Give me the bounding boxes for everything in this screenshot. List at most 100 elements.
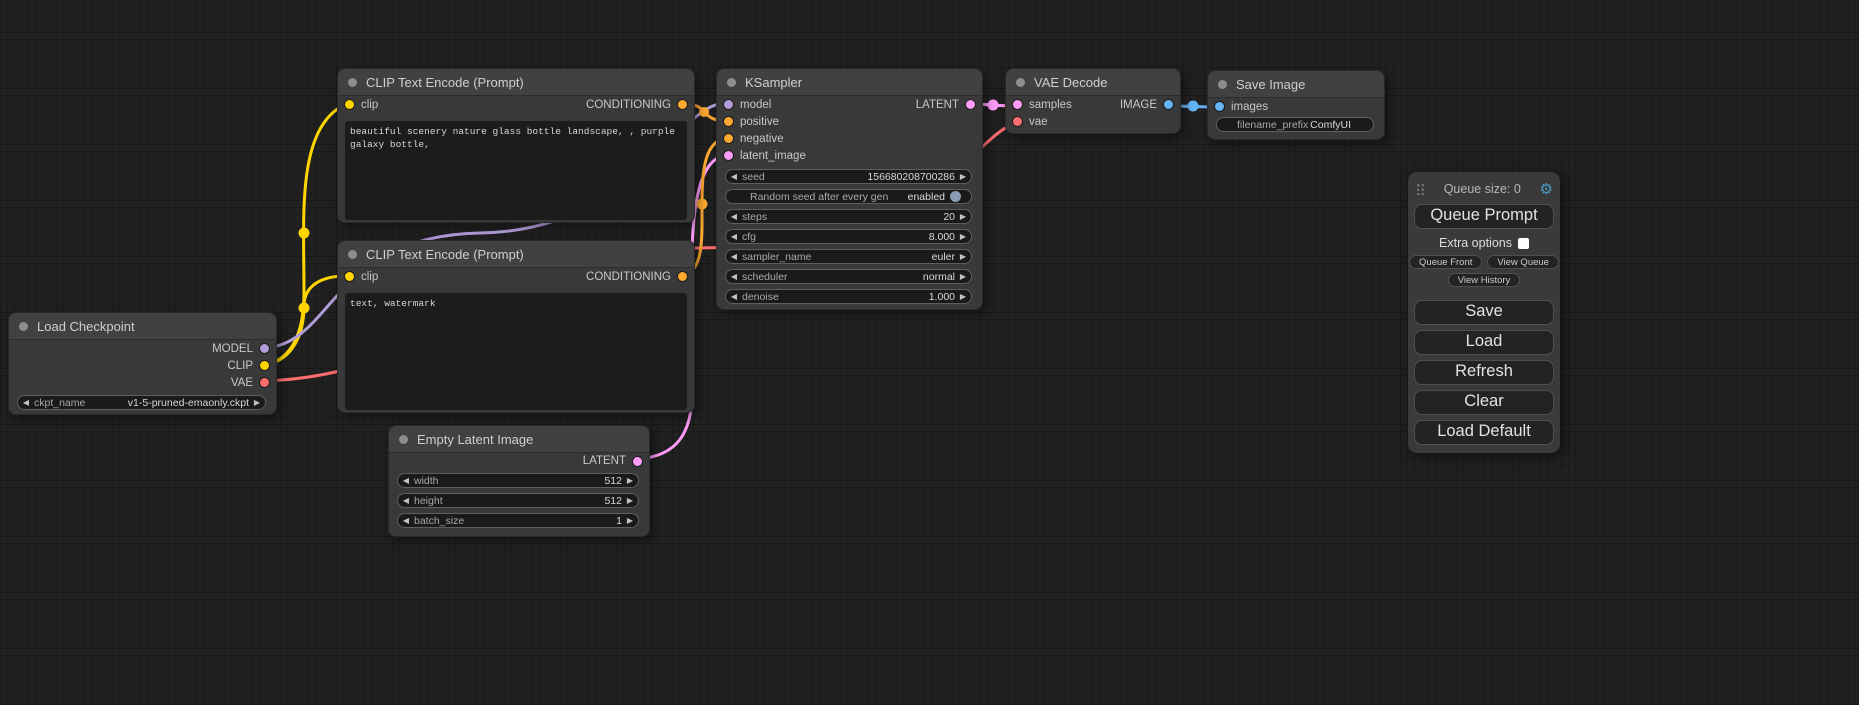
decrement-arrow-icon[interactable] [398, 516, 414, 525]
widget-value: normal [923, 271, 955, 283]
link-midpoint-dot[interactable] [699, 107, 709, 117]
increment-arrow-icon[interactable] [622, 496, 638, 505]
clip-input-port[interactable] [345, 100, 354, 109]
collapse-dot-icon[interactable] [19, 322, 28, 331]
widget-ckpt-name[interactable]: ckpt_name v1-5-pruned-emaonly.ckpt [17, 395, 266, 410]
link-midpoint-dot[interactable] [299, 228, 310, 239]
node-title-bar[interactable]: Save Image [1208, 71, 1384, 98]
node-load-checkpoint[interactable]: Load Checkpoint MODEL CLIP VAE ckpt_name… [8, 312, 277, 415]
collapse-dot-icon[interactable] [399, 435, 408, 444]
drag-handle-icon[interactable] [1416, 183, 1425, 195]
increment-arrow-icon[interactable] [955, 212, 971, 221]
save-button[interactable]: Save [1414, 300, 1554, 325]
queue-size-label: Queue size: 0 [1425, 182, 1540, 196]
conditioning-output-port[interactable] [678, 272, 687, 281]
node-title-bar[interactable]: VAE Decode [1006, 69, 1180, 96]
images-input-port[interactable] [1215, 102, 1224, 111]
widget-scheduler[interactable]: scheduler normal [725, 269, 972, 284]
model-input-port[interactable] [724, 100, 733, 109]
increment-arrow-icon[interactable] [249, 398, 265, 407]
image-output-port[interactable] [1164, 100, 1173, 109]
clip-output-port[interactable] [260, 361, 269, 370]
collapse-dot-icon[interactable] [1218, 80, 1227, 89]
node-title-bar[interactable]: Load Checkpoint [9, 313, 276, 340]
latent-output-port[interactable] [633, 457, 642, 466]
toggle-icon[interactable] [950, 191, 961, 202]
widget-batch-size[interactable]: batch_size 1 [397, 513, 639, 528]
load-button[interactable]: Load [1414, 330, 1554, 355]
vae-input-port[interactable] [1013, 117, 1022, 126]
widget-seed[interactable]: seed 156680208700286 [725, 169, 972, 184]
load-default-button[interactable]: Load Default [1414, 420, 1554, 445]
widget-cfg[interactable]: cfg 8.000 [725, 229, 972, 244]
widget-random-seed[interactable]: Random seed after every gen enabled [725, 189, 972, 204]
decrement-arrow-icon[interactable] [18, 398, 34, 407]
widget-filename-prefix[interactable]: filename_prefix ComfyUI [1216, 117, 1374, 132]
decrement-arrow-icon[interactable] [726, 212, 742, 221]
node-clip-text-encode-positive[interactable]: CLIP Text Encode (Prompt) clip CONDITION… [337, 68, 695, 223]
widget-height[interactable]: height 512 [397, 493, 639, 508]
refresh-button[interactable]: Refresh [1414, 360, 1554, 385]
node-title-bar[interactable]: CLIP Text Encode (Prompt) [338, 69, 694, 96]
decrement-arrow-icon[interactable] [398, 496, 414, 505]
decrement-arrow-icon[interactable] [726, 232, 742, 241]
widget-steps[interactable]: steps 20 [725, 209, 972, 224]
prompt-textarea[interactable]: beautiful scenery nature glass bottle la… [345, 121, 687, 220]
prompt-textarea[interactable]: text, watermark [345, 293, 687, 410]
widget-width[interactable]: width 512 [397, 473, 639, 488]
view-history-button[interactable]: View History [1448, 273, 1521, 287]
latent-image-input-port[interactable] [724, 151, 733, 160]
queue-front-button[interactable]: Queue Front [1409, 255, 1482, 269]
link-midpoint-dot[interactable] [697, 199, 708, 210]
increment-arrow-icon[interactable] [955, 292, 971, 301]
widget-denoise[interactable]: denoise 1.000 [725, 289, 972, 304]
view-queue-button[interactable]: View Queue [1487, 255, 1559, 269]
conditioning-output-port[interactable] [678, 100, 687, 109]
decrement-arrow-icon[interactable] [726, 252, 742, 261]
queue-prompt-button[interactable]: Queue Prompt [1414, 204, 1554, 229]
node-title-bar[interactable]: CLIP Text Encode (Prompt) [338, 241, 694, 268]
samples-input-port[interactable] [1013, 100, 1022, 109]
increment-arrow-icon[interactable] [955, 272, 971, 281]
link-midpoint-dot[interactable] [1188, 101, 1199, 112]
decrement-arrow-icon[interactable] [726, 272, 742, 281]
output-label: CLIP [227, 360, 253, 372]
negative-input-port[interactable] [724, 134, 733, 143]
node-vae-decode[interactable]: VAE Decode samples IMAGE vae [1005, 68, 1181, 134]
port-row: samples IMAGE [1006, 96, 1180, 113]
increment-arrow-icon[interactable] [955, 252, 971, 261]
node-ksampler[interactable]: KSampler model LATENT positive negative … [716, 68, 983, 310]
widget-label: sampler_name [742, 251, 811, 263]
node-clip-text-encode-negative[interactable]: CLIP Text Encode (Prompt) clip CONDITION… [337, 240, 695, 413]
model-output-port[interactable] [260, 344, 269, 353]
decrement-arrow-icon[interactable] [398, 476, 414, 485]
decrement-arrow-icon[interactable] [726, 172, 742, 181]
gear-icon[interactable] [1540, 180, 1553, 198]
latent-output-port[interactable] [966, 100, 975, 109]
increment-arrow-icon[interactable] [622, 476, 638, 485]
link-midpoint-dot[interactable] [988, 100, 999, 111]
node-title: CLIP Text Encode (Prompt) [366, 247, 524, 262]
increment-arrow-icon[interactable] [622, 516, 638, 525]
collapse-dot-icon[interactable] [727, 78, 736, 87]
collapse-dot-icon[interactable] [1016, 78, 1025, 87]
comfyui-canvas[interactable]: Load Checkpoint MODEL CLIP VAE ckpt_name… [0, 0, 1859, 705]
collapse-dot-icon[interactable] [348, 250, 357, 259]
vae-output-port[interactable] [260, 378, 269, 387]
node-empty-latent-image[interactable]: Empty Latent Image LATENT width 512 heig… [388, 425, 650, 537]
node-title-bar[interactable]: Empty Latent Image [389, 426, 649, 453]
increment-arrow-icon[interactable] [955, 232, 971, 241]
link-clip-to-negative-prompt[interactable] [265, 276, 346, 365]
increment-arrow-icon[interactable] [955, 172, 971, 181]
input-label: model [740, 99, 771, 111]
link-midpoint-dot[interactable] [299, 303, 310, 314]
extra-options-checkbox[interactable] [1518, 238, 1529, 249]
node-save-image[interactable]: Save Image images filename_prefix ComfyU… [1207, 70, 1385, 140]
widget-sampler-name[interactable]: sampler_name euler [725, 249, 972, 264]
collapse-dot-icon[interactable] [348, 78, 357, 87]
decrement-arrow-icon[interactable] [726, 292, 742, 301]
node-title-bar[interactable]: KSampler [717, 69, 982, 96]
positive-input-port[interactable] [724, 117, 733, 126]
clear-button[interactable]: Clear [1414, 390, 1554, 415]
clip-input-port[interactable] [345, 272, 354, 281]
